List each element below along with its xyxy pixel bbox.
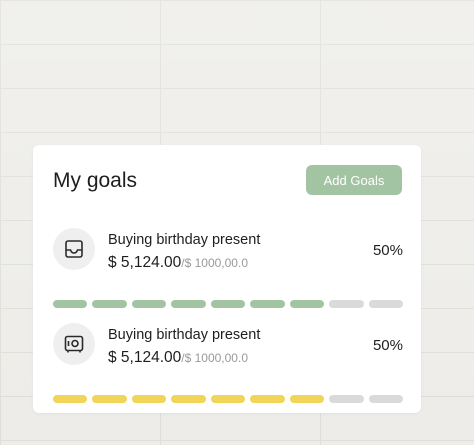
goal-progress-bar [53, 300, 403, 308]
goal-item[interactable]: Buying birthday present $ 5,124.00/$ 100… [53, 323, 403, 403]
goal-target-amount: /$ 1000,00.0 [181, 351, 248, 365]
goal-percent: 50% [372, 242, 403, 259]
progress-segment-filled [289, 395, 325, 403]
goal-target-amount: /$ 1000,00.0 [181, 256, 248, 270]
progress-segment-filled [53, 395, 88, 403]
progress-segment-filled [92, 300, 127, 308]
progress-segment-filled [250, 395, 285, 403]
progress-segment-filled [53, 300, 88, 308]
goal-item[interactable]: Buying birthday present $ 5,124.00/$ 100… [53, 228, 403, 308]
progress-segment-filled [210, 300, 246, 308]
goal-name: Buying birthday present [108, 327, 261, 343]
goals-card: My goals Add Goals Buying birthday prese… [33, 145, 421, 413]
progress-segment-filled [289, 300, 325, 308]
goal-amount: $ 5,124.00/$ 1000,00.0 [108, 254, 248, 272]
progress-segment-empty [368, 300, 403, 308]
progress-segment-filled [92, 395, 127, 403]
progress-segment-filled [210, 395, 246, 403]
goal-current-amount: $ 5,124.00 [108, 349, 182, 366]
goal-amount: $ 5,124.00/$ 1000,00.0 [108, 349, 248, 367]
progress-segment-empty [329, 395, 364, 403]
progress-segment-filled [250, 300, 285, 308]
progress-segment-filled [131, 300, 167, 308]
progress-segment-filled [171, 395, 206, 403]
safe-icon [53, 323, 95, 365]
goal-current-amount: $ 5,124.00 [108, 254, 182, 271]
goal-progress-bar [53, 395, 403, 403]
goal-percent: 50% [372, 337, 403, 354]
progress-segment-empty [329, 300, 364, 308]
progress-segment-empty [368, 395, 403, 403]
card-title: My goals [53, 169, 138, 192]
add-goals-button[interactable]: Add Goals [306, 165, 402, 195]
progress-segment-filled [131, 395, 167, 403]
inbox-tray-icon [53, 228, 95, 270]
progress-segment-filled [171, 300, 206, 308]
goal-name: Buying birthday present [108, 232, 261, 248]
